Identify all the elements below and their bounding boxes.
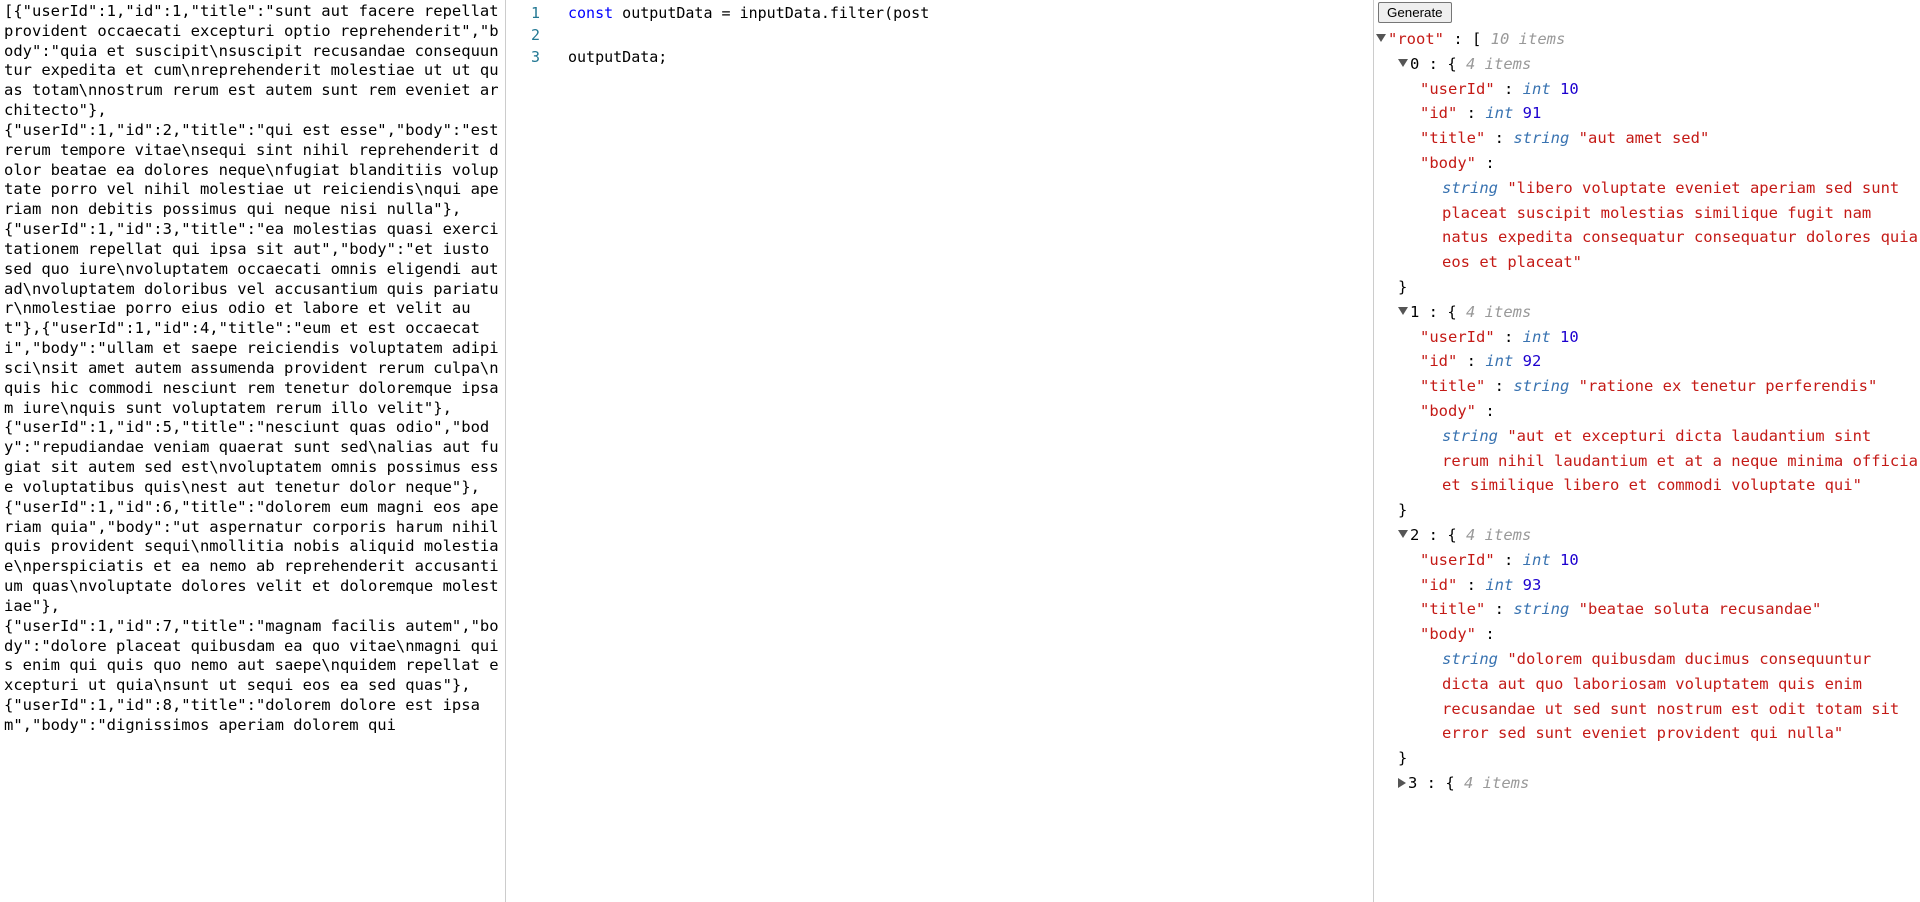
tree-field-title[interactable]: "title" : string "beatae soluta recusand…: [1376, 597, 1918, 622]
app-root: [{"userId":1,"id":1,"title":"sunt aut fa…: [0, 0, 1920, 902]
tree-item-close[interactable]: }: [1376, 498, 1918, 523]
editor-panel: 1 2 3 const outputData = inputData.filte…: [506, 0, 1374, 902]
input-json-raw[interactable]: [{"userId":1,"id":1,"title":"sunt aut fa…: [0, 0, 505, 738]
code-text: outputData = inputData.filter(post: [613, 4, 929, 22]
editor-gutter: 1 2 3: [506, 0, 562, 902]
tree-field-title[interactable]: "title" : string "aut amet sed": [1376, 126, 1918, 151]
generate-button[interactable]: Generate: [1378, 2, 1452, 23]
right-panel: Generate "root" : [ 10 items0 : { 4 item…: [1374, 0, 1920, 902]
tree-item-header[interactable]: 1 : { 4 items: [1376, 300, 1918, 325]
tree-field-userId[interactable]: "userId" : int 10: [1376, 325, 1918, 350]
tree-field-body-key[interactable]: "body" :: [1376, 622, 1918, 647]
line-number: 2: [506, 24, 562, 46]
right-toolbar: Generate: [1374, 0, 1920, 25]
line-number: 3: [506, 46, 562, 68]
tree-field-userId[interactable]: "userId" : int 10: [1376, 548, 1918, 573]
caret-down-icon[interactable]: [1398, 530, 1408, 538]
caret-down-icon[interactable]: [1398, 59, 1408, 67]
tree-item-close[interactable]: }: [1376, 746, 1918, 771]
left-scroll[interactable]: [{"userId":1,"id":1,"title":"sunt aut fa…: [0, 0, 505, 902]
tree-item-header[interactable]: 0 : { 4 items: [1376, 52, 1918, 77]
tree-field-body-value[interactable]: string "dolorem quibusdam ducimus conseq…: [1376, 647, 1918, 746]
right-scroll[interactable]: "root" : [ 10 items0 : { 4 items"userId"…: [1374, 25, 1920, 902]
tree-root[interactable]: "root" : [ 10 items: [1376, 27, 1918, 52]
left-panel: [{"userId":1,"id":1,"title":"sunt aut fa…: [0, 0, 506, 902]
tree-item-header[interactable]: 2 : { 4 items: [1376, 523, 1918, 548]
tree-field-body-key[interactable]: "body" :: [1376, 151, 1918, 176]
code-editor[interactable]: const outputData = inputData.filter(post…: [562, 0, 1373, 902]
tree-field-id[interactable]: "id" : int 91: [1376, 101, 1918, 126]
tree-item-header[interactable]: 3 : { 4 items: [1376, 771, 1918, 796]
caret-down-icon[interactable]: [1376, 34, 1386, 42]
tree-field-body-value[interactable]: string "libero voluptate eveniet aperiam…: [1376, 176, 1918, 275]
tree-field-title[interactable]: "title" : string "ratione ex tenetur per…: [1376, 374, 1918, 399]
tree-field-userId[interactable]: "userId" : int 10: [1376, 77, 1918, 102]
line-number: 1: [506, 2, 562, 24]
caret-down-icon[interactable]: [1398, 307, 1408, 315]
tree-field-id[interactable]: "id" : int 92: [1376, 349, 1918, 374]
code-text: outputData;: [568, 48, 667, 66]
code-keyword: const: [568, 4, 613, 22]
tree-field-id[interactable]: "id" : int 93: [1376, 573, 1918, 598]
caret-right-icon[interactable]: [1398, 778, 1406, 788]
tree-item-close[interactable]: }: [1376, 275, 1918, 300]
tree-field-body-key[interactable]: "body" :: [1376, 399, 1918, 424]
output-tree: "root" : [ 10 items0 : { 4 items"userId"…: [1374, 25, 1920, 816]
tree-field-body-value[interactable]: string "aut et excepturi dicta laudantiu…: [1376, 424, 1918, 498]
